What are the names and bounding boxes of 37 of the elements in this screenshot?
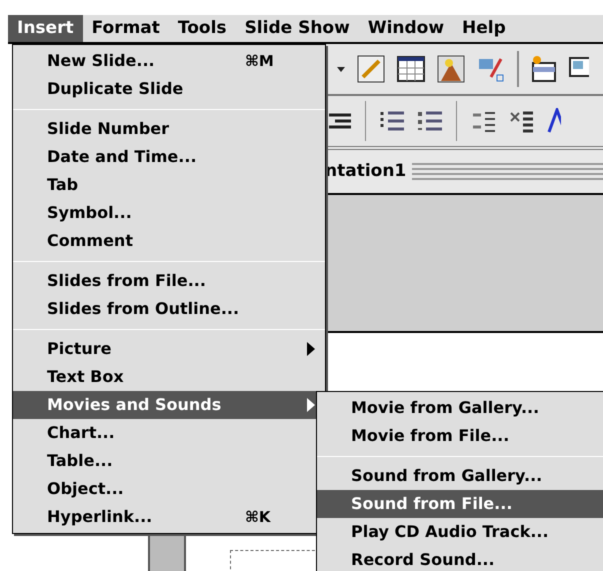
window-icon[interactable] [531,55,557,83]
menu-item[interactable]: Sound from File... [317,490,603,518]
menu-item[interactable]: Record Sound... [317,546,603,571]
menu-bar-item[interactable]: Help [453,15,515,42]
menu-item[interactable]: Sound from Gallery... [317,462,603,490]
numbered-list-icon[interactable] [380,110,404,132]
text-effect-icon[interactable] [547,108,561,134]
menu-item[interactable]: Comment [13,227,325,255]
promote-icon[interactable] [471,109,495,133]
menu-item[interactable]: New Slide... ⌘M [13,47,325,75]
submenu-arrow-icon [307,342,315,356]
menu-bar-item[interactable]: Slide Show [236,15,359,42]
caret-icon[interactable] [337,66,345,72]
menu-bar-item[interactable]: Insert [8,15,83,42]
menu-item[interactable]: Slides from Outline... [13,295,325,323]
menu-item[interactable]: Text Box [13,363,325,391]
menu-bar-item[interactable]: Tools [168,15,236,42]
picture-icon[interactable] [437,55,465,83]
menu-item[interactable]: Symbol... [13,199,325,227]
menu-item[interactable]: Picture [13,335,325,363]
menu-bar-item[interactable]: Window [358,15,454,42]
menu-item[interactable]: Date and Time... [13,143,325,171]
menu-item[interactable]: Duplicate Slide [13,75,325,103]
demote-icon[interactable] [509,109,533,133]
menu-bar-item[interactable]: Format [82,15,169,42]
menu-item[interactable]: Slides from File... [13,267,325,295]
menu-item[interactable]: Play CD Audio Track... [317,518,603,546]
menu-item[interactable]: Movie from File... [317,422,603,450]
window-title: ntation1 [325,160,406,183]
pencil-icon[interactable] [357,55,385,83]
bulleted-list-icon[interactable] [418,110,442,132]
menu-item[interactable]: Slide Number [13,115,325,143]
submenu-arrow-icon [307,398,315,412]
menu-item[interactable]: Tab [13,171,325,199]
scroll-bar [148,535,186,571]
table-icon[interactable] [397,56,425,82]
align-right-icon[interactable] [329,113,351,129]
